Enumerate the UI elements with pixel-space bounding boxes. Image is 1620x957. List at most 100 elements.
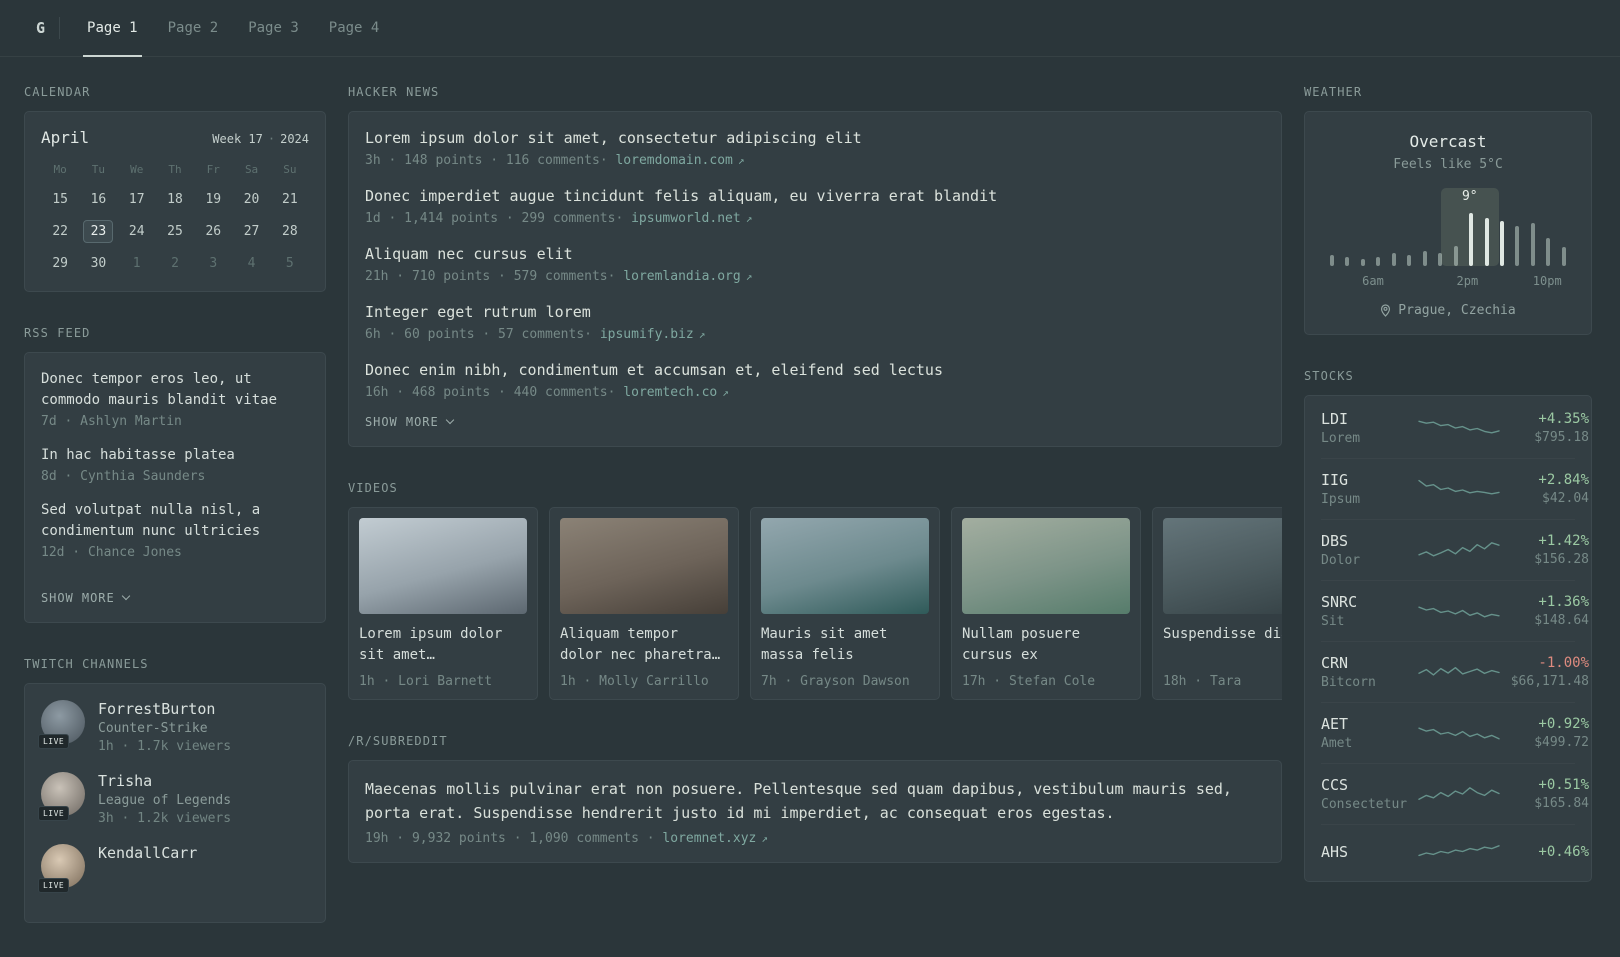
stock-values: -1.00% $66,171.48 — [1501, 655, 1589, 689]
hn-story-title[interactable]: Aliquam nec cursus elit — [365, 244, 1265, 265]
hn-story-domain[interactable]: loremlandia.org↗ — [608, 269, 753, 284]
weather-bar — [1561, 247, 1566, 266]
weather-bar — [1391, 253, 1396, 266]
tab-page-3[interactable]: Page 3 — [248, 0, 299, 56]
videos-widget-title: VIDEOS — [348, 481, 398, 495]
chevron-down-icon — [121, 591, 130, 601]
calendar-day-name: Fr — [206, 163, 220, 176]
twitch-channel[interactable]: LIVE Trisha League of Legends 3h · 1.2k vie… — [38, 772, 309, 826]
middle-column: HACKER NEWS Lorem ipsum dolor sit amet, … — [348, 85, 1282, 897]
stock-symbol: SNRC — [1321, 593, 1358, 611]
video-meta: 18h · Tara — [1163, 674, 1242, 689]
hn-story-title[interactable]: Lorem ipsum dolor sit amet, consectetur … — [365, 128, 1265, 149]
hn-story-domain[interactable]: loremdomain.com↗ — [600, 153, 745, 168]
calendar-day: 16 — [90, 192, 107, 207]
weather-bar — [1407, 255, 1412, 266]
stock-name: Amet — [1321, 736, 1353, 751]
stock-sparkline — [1417, 837, 1501, 867]
weather-bar — [1515, 226, 1520, 266]
sparkline-chart — [1418, 845, 1500, 857]
live-badge: LIVE — [38, 734, 70, 749]
calendar-day: 3 — [209, 256, 218, 271]
calendar-day: 29 — [52, 256, 68, 271]
hn-story-meta: 1d · 1,414 points · 299 commentsipsumwor… — [365, 211, 1265, 226]
stock-symbol: IIG — [1321, 471, 1349, 489]
topbar-divider — [59, 17, 61, 39]
stock-row[interactable]: AHS +0.46% — [1321, 824, 1589, 879]
channel-game: League of Legends — [98, 793, 232, 808]
reddit-post-domain[interactable]: loremnet.xyz ↗ — [647, 831, 768, 846]
calendar-day-name: We — [130, 163, 144, 176]
twitch-channel[interactable]: LIVE ForrestBurton Counter-Strike 1h · 1.7k… — [38, 700, 309, 754]
stock-change: +1.36% — [1538, 594, 1589, 610]
stock-row[interactable]: LDI Lorem +4.35% $795.18 — [1321, 398, 1589, 458]
calendar-widget: CALENDAR April Week 172024 MoTuWeThFrSaS… — [24, 85, 326, 292]
hackernews-widget: HACKER NEWS Lorem ipsum dolor sit amet, … — [348, 85, 1282, 447]
weather-time-axis: 6am 2pm 10pm — [1327, 274, 1569, 289]
weather-peak-temp: 9° — [1461, 189, 1478, 204]
sparkline-chart — [1418, 727, 1500, 740]
video-title: Suspendisse diam — [1163, 626, 1282, 642]
channel-avatar: LIVE — [38, 844, 85, 893]
stock-price: $66,171.48 — [1510, 674, 1589, 689]
video-card[interactable]: Suspendisse diam 18h · Tara — [1152, 507, 1282, 700]
tab-page-1[interactable]: Page 1 — [83, 0, 142, 57]
stock-row[interactable]: DBS Dolor +1.42% $156.28 — [1321, 519, 1589, 580]
hackernews-show-more-button[interactable]: SHOW MORE — [365, 415, 454, 429]
stock-change: +2.84% — [1538, 472, 1589, 488]
hackernews-card: Lorem ipsum dolor sit amet, consectetur … — [348, 111, 1282, 447]
stock-values: +4.35% $795.18 — [1501, 411, 1589, 445]
video-thumbnail — [560, 518, 728, 614]
stock-row[interactable]: AET Amet +0.92% $499.72 — [1321, 702, 1589, 763]
hn-story-stats: 16h · 468 points · 440 comments — [365, 385, 608, 400]
calendar-widget-title: CALENDAR — [24, 85, 91, 99]
calendar-week: Week 17 — [212, 132, 263, 146]
hn-story-stats: 3h · 148 points · 116 comments — [365, 153, 600, 168]
hn-story: Donec enim nibh, condimentum et accumsan… — [365, 360, 1265, 400]
stock-sparkline — [1417, 718, 1501, 748]
rss-list: Donec tempor eros leo, ut commodo mauris… — [41, 369, 309, 560]
stock-sparkline — [1417, 779, 1501, 809]
stock-row[interactable]: CRN Bitcorn -1.00% $66,171.48 — [1321, 641, 1589, 702]
video-card[interactable]: Lorem ipsum dolor sit amet consectetu… 1h… — [348, 507, 538, 700]
video-card[interactable]: Nullam posuere cursus ex 17h · Stefan Col… — [951, 507, 1141, 700]
video-card[interactable]: Mauris sit amet massa felis 7h · Grayson … — [750, 507, 940, 700]
rss-show-more-button[interactable]: SHOW MORE — [41, 591, 130, 605]
stock-sparkline — [1417, 413, 1501, 443]
tab-page-4[interactable]: Page 4 — [329, 0, 380, 56]
stock-sparkline — [1417, 474, 1501, 504]
hn-story-domain[interactable]: ipsumworld.net↗ — [615, 211, 752, 226]
app-logo[interactable]: G — [24, 19, 59, 37]
rss-widget-title: RSS FEED — [24, 326, 91, 340]
hn-story-title[interactable]: Donec imperdiet augue tincidunt felis al… — [365, 186, 1265, 207]
hn-story: Integer eget rutrum lorem 6h · 60 points … — [365, 302, 1265, 342]
calendar-day-selected: 23 — [83, 220, 114, 243]
video-thumbnail — [761, 518, 929, 614]
calendar-day: 27 — [243, 224, 260, 239]
hn-story-title[interactable]: Integer eget rutrum lorem — [365, 302, 1265, 323]
hn-story: Donec imperdiet augue tincidunt felis al… — [365, 186, 1265, 226]
stock-symbol: AET — [1321, 715, 1349, 733]
stock-row[interactable]: CCS Consectetur +0.51% $165.84 — [1321, 763, 1589, 824]
stock-row[interactable]: SNRC Sit +1.36% $148.64 — [1321, 580, 1589, 641]
hn-story-title[interactable]: Donec enim nibh, condimentum et accumsan… — [365, 360, 1265, 381]
stock-row[interactable]: IIG Ipsum +2.84% $42.04 — [1321, 458, 1589, 519]
channel-avatar: LIVE — [38, 700, 85, 749]
rss-item[interactable]: Sed volutpat nulla nisl, a condimentum n… — [41, 500, 309, 560]
rss-item[interactable]: In hac habitasse platea 8d · Cynthia Saun… — [41, 445, 309, 484]
hn-story-domain[interactable]: ipsumify.biz↗ — [584, 327, 705, 342]
weather-time-label: 10pm — [1532, 274, 1562, 288]
twitch-widget-title: TWITCH CHANNELS — [24, 657, 149, 671]
sparkline-chart — [1418, 787, 1500, 800]
video-card[interactable]: Aliquam tempor dolor nec pharetra… 1h · M… — [549, 507, 739, 700]
hackernews-widget-title: HACKER NEWS — [348, 85, 440, 99]
reddit-post-title[interactable]: Maecenas mollis pulvinar erat non posuer… — [365, 777, 1265, 825]
hn-story-domain[interactable]: loremtech.co↗ — [608, 385, 729, 400]
calendar-day: 5 — [285, 256, 294, 271]
tab-page-2[interactable]: Page 2 — [168, 0, 219, 56]
subreddit-widget: /R/SUBREDDIT Maecenas mollis pulvinar er… — [348, 734, 1282, 863]
rss-card: Donec tempor eros leo, ut commodo mauris… — [24, 352, 326, 623]
twitch-channel[interactable]: LIVE KendallCarr — [38, 844, 309, 893]
rss-item[interactable]: Donec tempor eros leo, ut commodo mauris… — [41, 369, 309, 429]
stock-sparkline — [1417, 596, 1501, 626]
